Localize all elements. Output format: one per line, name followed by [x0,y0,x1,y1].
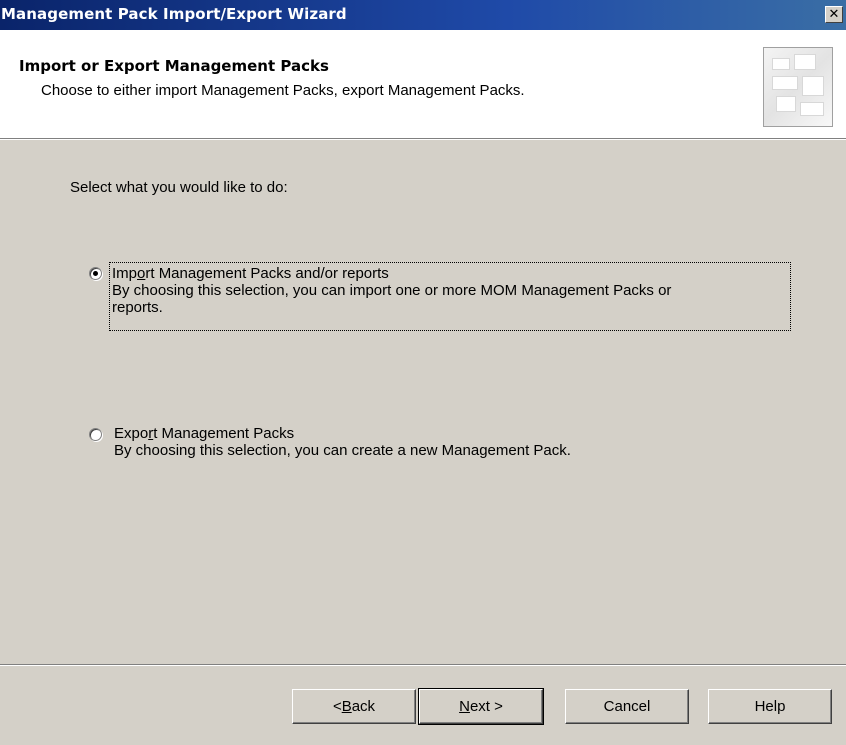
wizard-window: Management Pack Import/Export Wizard ✕ I… [0,0,846,745]
export-option-label: Export Management Packs [114,425,295,442]
page-subtitle: Choose to either import Management Packs… [41,82,525,99]
close-icon: ✕ [828,7,840,22]
prompt-label: Select what you would like to do: [70,179,288,196]
next-button[interactable]: Next > [418,688,544,725]
wizard-header: Import or Export Management Packs Choose… [0,30,846,138]
cancel-button[interactable]: Cancel [565,689,689,724]
wizard-banner-icon [763,47,833,127]
page-title: Import or Export Management Packs [19,57,329,75]
title-bar[interactable]: Management Pack Import/Export Wizard ✕ [0,0,846,30]
import-radio[interactable] [89,267,102,280]
export-option[interactable]: Export Management Packs By choosing this… [109,423,669,463]
export-radio[interactable] [89,428,102,441]
import-option-label: Import Management Packs and/or reports [112,265,389,282]
import-option-description-cont: reports. [112,299,163,316]
footer-divider [0,664,846,666]
close-button[interactable]: ✕ [825,6,843,23]
window-title: Management Pack Import/Export Wizard [1,5,347,23]
header-divider [0,138,846,140]
export-option-description: By choosing this selection, you can crea… [114,442,571,459]
radio-selected-dot [93,271,98,276]
back-button[interactable]: < Back [292,689,416,724]
help-button[interactable]: Help [708,689,832,724]
import-option[interactable]: Import Management Packs and/or reports B… [109,262,791,331]
import-option-description: By choosing this selection, you can impo… [112,282,672,299]
